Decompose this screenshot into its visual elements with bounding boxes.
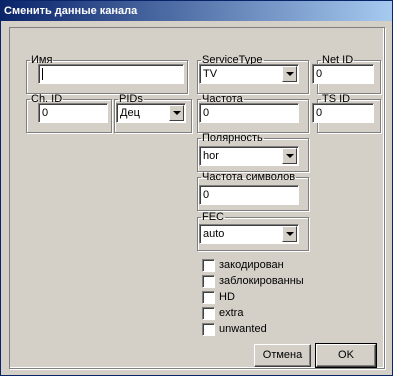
pids-select[interactable]: Дец <box>116 103 186 123</box>
ok-button[interactable]: OK <box>315 343 377 368</box>
polarity-select[interactable]: hor <box>199 146 299 166</box>
group-symbol-rate-label: Частота символов <box>202 171 296 183</box>
checkbox-label: заблокированны <box>219 275 304 287</box>
checkbox-box[interactable] <box>202 323 215 336</box>
checkbox-box[interactable] <box>202 291 215 304</box>
checkbox-label: закодирован <box>219 259 284 271</box>
chevron-down-icon <box>286 72 294 76</box>
checkbox-label: unwanted <box>219 323 267 335</box>
service-type-value: TV <box>203 68 218 80</box>
ts-id-input[interactable]: 0 <box>312 103 374 123</box>
checkbox-box[interactable] <box>202 307 215 320</box>
text-caret <box>42 68 43 81</box>
service-type-select[interactable]: TV <box>199 64 299 84</box>
edit-channel-dialog: Сменить данные канала Имя ServiceType TV… <box>0 0 393 376</box>
ch-id-input[interactable]: 0 <box>38 103 108 123</box>
checkbox-box[interactable] <box>202 259 215 272</box>
symbol-rate-input[interactable]: 0 <box>199 185 299 205</box>
polarity-value: hor <box>203 150 219 162</box>
cancel-button[interactable]: Отмена <box>254 344 311 367</box>
net-id-input[interactable]: 0 <box>312 64 374 84</box>
chevron-down-icon <box>286 232 294 236</box>
frequency-input[interactable]: 0 <box>199 103 299 123</box>
window-title: Сменить данные канала <box>1 1 392 21</box>
group-fec-label: FEC <box>202 211 224 223</box>
group-polarity-label: Полярность <box>202 132 263 144</box>
fec-dropdown-button[interactable] <box>282 226 297 242</box>
polarity-dropdown-button[interactable] <box>282 148 297 164</box>
chevron-down-icon <box>286 154 294 158</box>
checkbox-label: HD <box>219 291 235 303</box>
service-type-dropdown-button[interactable] <box>282 66 297 82</box>
fec-select[interactable]: auto <box>199 224 299 244</box>
checkbox-label: extra <box>219 307 244 319</box>
pids-dropdown-button[interactable] <box>169 105 184 121</box>
name-input[interactable] <box>38 64 184 84</box>
checkbox-box[interactable] <box>202 275 215 288</box>
chevron-down-icon <box>173 111 181 115</box>
dialog-body: Имя ServiceType TV Net ID 0 Ch. ID 0 PID… <box>9 27 385 369</box>
fec-value: auto <box>203 228 225 240</box>
pids-value: Дец <box>120 107 140 119</box>
